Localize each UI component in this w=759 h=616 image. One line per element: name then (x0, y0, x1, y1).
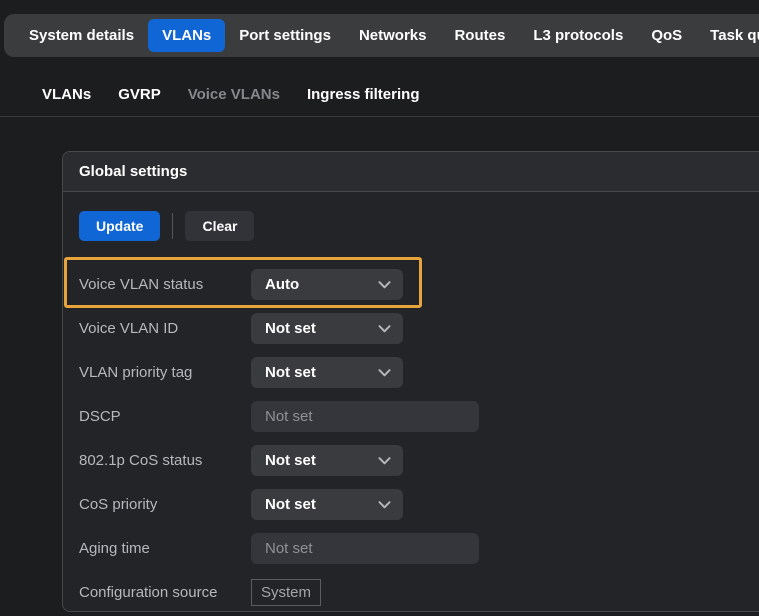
button-separator (172, 213, 173, 239)
select-value: Not set (265, 364, 316, 381)
nav-tab-qos[interactable]: QoS (637, 19, 696, 52)
panel-header: Global settings (63, 152, 759, 192)
chevron-down-icon (378, 457, 391, 465)
row-label: Voice VLAN ID (79, 320, 251, 337)
subtab-gvrp[interactable]: GVRP (118, 86, 161, 103)
vlan-priority-tag-select[interactable]: Not set (251, 357, 403, 388)
panel-body: Update Clear Voice VLAN statusAutoVoice … (63, 192, 759, 608)
row-label: CoS priority (79, 496, 251, 513)
cos-priority-select[interactable]: Not set (251, 489, 403, 520)
form-row-voice-vlan-status: Voice VLAN status Auto (79, 269, 743, 300)
nav-tab-port-settings[interactable]: Port settings (225, 19, 345, 52)
nav-tab-l3-protocols[interactable]: L3 protocols (519, 19, 637, 52)
settings-form: Voice VLAN status Auto Voice VLAN ID Not se… (79, 269, 743, 608)
chevron-down-icon (378, 501, 391, 509)
sub-tabbar: VLANs GVRP Voice VLANs Ingress filtering (42, 86, 419, 103)
form-row-cos-priority: CoS priority Not set (79, 489, 743, 520)
subtab-vlans[interactable]: VLANs (42, 86, 91, 103)
dscp-input[interactable] (251, 401, 479, 432)
chevron-down-icon (378, 281, 391, 289)
select-value: Not set (265, 452, 316, 469)
global-settings-panel: Global settings Update Clear Voice VLAN … (62, 151, 759, 612)
voice-vlan-id-select[interactable]: Not set (251, 313, 403, 344)
action-buttons-row: Update Clear (79, 211, 743, 241)
form-row-dscp: DSCP (79, 401, 743, 432)
row-label: VLAN priority tag (79, 364, 251, 381)
row-label: DSCP (79, 408, 251, 425)
top-navbar: System detailsVLANsPort settingsNetworks… (4, 14, 759, 57)
update-button[interactable]: Update (79, 211, 160, 241)
clear-button[interactable]: Clear (185, 211, 254, 241)
form-row-configuration-source: Configuration sourceSystem (79, 577, 743, 608)
802-1p-cos-status-select[interactable]: Not set (251, 445, 403, 476)
subtab-voice-vlans[interactable]: Voice VLANs (188, 86, 280, 103)
nav-tab-task-queue[interactable]: Task queue (696, 19, 759, 52)
nav-tab-vlans[interactable]: VLANs (148, 19, 225, 52)
row-label: Aging time (79, 540, 251, 557)
aging-time-input[interactable] (251, 533, 479, 564)
select-value: Not set (265, 496, 316, 513)
configuration-source-value-badge: System (251, 579, 321, 606)
form-row-aging-time: Aging time (79, 533, 743, 564)
nav-tab-routes[interactable]: Routes (440, 19, 519, 52)
row-label: Voice VLAN status (79, 276, 251, 293)
form-row-802-1p-cos-status: 802.1p CoS status Not set (79, 445, 743, 476)
nav-tab-networks[interactable]: Networks (345, 19, 441, 52)
row-label: 802.1p CoS status (79, 452, 251, 469)
form-row-voice-vlan-id: Voice VLAN ID Not set (79, 313, 743, 344)
voice-vlan-status-select[interactable]: Auto (251, 269, 403, 300)
nav-tab-system-details[interactable]: System details (15, 19, 148, 52)
select-value: Not set (265, 320, 316, 337)
tabbar-divider (0, 116, 759, 117)
row-label: Configuration source (79, 584, 251, 601)
app-root: { "topnav": { "items": [ { "label": "Sys… (0, 0, 759, 616)
panel-title: Global settings (79, 163, 187, 180)
subtab-ingress-filtering[interactable]: Ingress filtering (307, 86, 420, 103)
select-value: Auto (265, 276, 299, 293)
form-row-vlan-priority-tag: VLAN priority tag Not set (79, 357, 743, 388)
chevron-down-icon (378, 369, 391, 377)
chevron-down-icon (378, 325, 391, 333)
